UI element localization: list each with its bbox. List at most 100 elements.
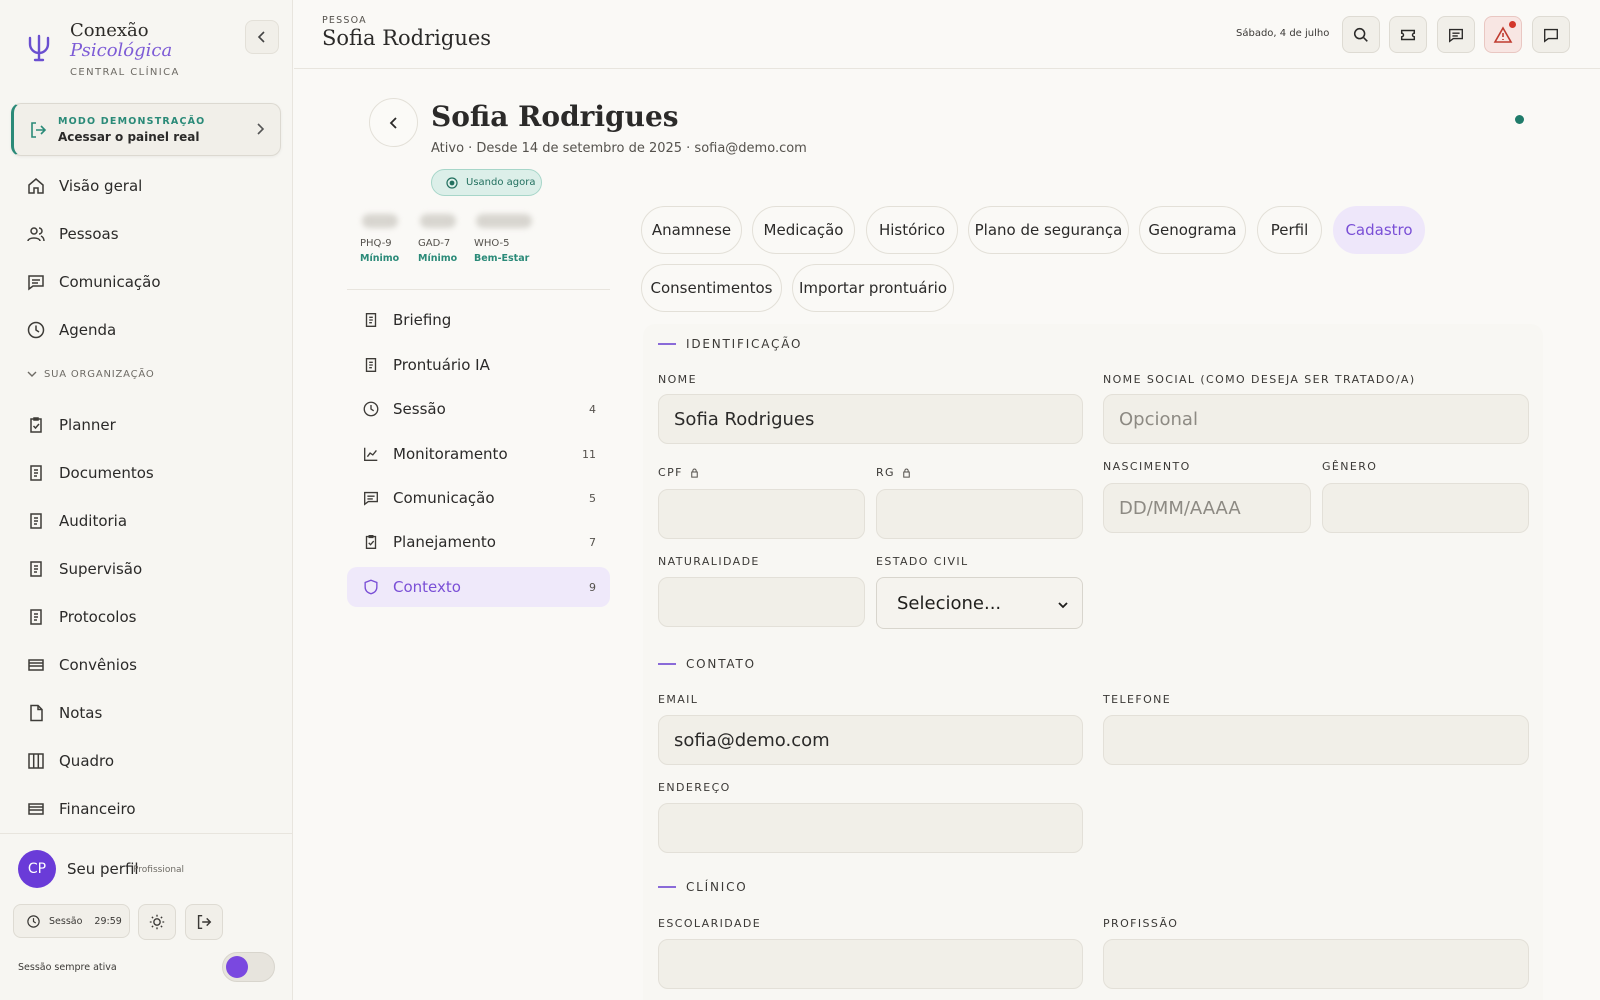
sidebar-item-protocolos[interactable]: Protocolos bbox=[11, 597, 281, 637]
radio-dot-icon bbox=[446, 176, 458, 189]
sidebar-item-label: Comunicação bbox=[59, 273, 161, 291]
scale-scores: PHQ-9 Mínimo GAD-7 Mínimo WHO-5 Bem-Esta… bbox=[360, 212, 610, 272]
patient-menu-count: 7 bbox=[589, 535, 596, 549]
theme-toggle-button[interactable] bbox=[138, 904, 176, 940]
session-label: Sessão bbox=[49, 915, 83, 927]
chevron-down-icon bbox=[26, 368, 38, 380]
genero-field[interactable] bbox=[1322, 483, 1529, 533]
nome-label: NOME bbox=[658, 373, 697, 386]
sidebar-item-documentos[interactable]: Documentos bbox=[11, 453, 281, 493]
patient-menu-label: Briefing bbox=[393, 311, 452, 329]
cpf-label: CPF bbox=[658, 466, 700, 479]
sidebar-item-supervisao[interactable]: Supervisão bbox=[11, 549, 281, 589]
nome-social-field[interactable] bbox=[1103, 394, 1529, 444]
clipboard-check-icon bbox=[361, 532, 381, 552]
score-phq9[interactable]: PHQ-9 Mínimo bbox=[360, 212, 399, 264]
tab-medicacao[interactable]: Medicação bbox=[752, 206, 855, 254]
profile-role: Profissional bbox=[133, 865, 185, 875]
avatar[interactable]: CP bbox=[18, 850, 56, 888]
tab-historico[interactable]: Histórico bbox=[866, 206, 958, 254]
sidebar-item-label: Planner bbox=[59, 416, 116, 434]
section-clinico: CLÍNICO bbox=[658, 880, 748, 894]
patient-menu-label: Comunicação bbox=[393, 489, 495, 507]
document-icon bbox=[25, 510, 47, 532]
tab-perfil[interactable]: Perfil bbox=[1257, 206, 1322, 254]
patient-menu-contexto[interactable]: Contexto 9 bbox=[347, 567, 610, 607]
profissao-label: PROFISSÃO bbox=[1103, 917, 1179, 930]
sidebar-item-convenios[interactable]: Convênios bbox=[11, 645, 281, 685]
document-icon bbox=[25, 462, 47, 484]
status-badge-label: Usando agora bbox=[466, 177, 536, 188]
profile-name[interactable]: Seu perfil bbox=[67, 860, 139, 878]
patient-menu-prontuario-ia[interactable]: Prontuário IA bbox=[347, 345, 610, 385]
score-who5[interactable]: WHO-5 Bem-Estar bbox=[474, 212, 532, 264]
section-title: IDENTIFICAÇÃO bbox=[686, 337, 803, 351]
chat-icon bbox=[1544, 28, 1558, 43]
patient-menu-planejamento[interactable]: Planejamento 7 bbox=[347, 522, 610, 562]
section-bar bbox=[658, 343, 676, 345]
sidebar-item-label: Notas bbox=[59, 704, 103, 722]
brand-name: Conexão bbox=[70, 20, 149, 41]
estado-civil-select[interactable]: Selecione... bbox=[876, 577, 1083, 629]
nome-field[interactable] bbox=[658, 394, 1083, 444]
collapse-sidebar-button[interactable] bbox=[245, 20, 279, 54]
sidebar-item-agenda[interactable]: Agenda bbox=[11, 310, 281, 350]
patient-menu-monitoramento[interactable]: Monitoramento 11 bbox=[347, 434, 610, 474]
patient-menu-briefing[interactable]: Briefing bbox=[347, 300, 610, 340]
tab-cadastro[interactable]: Cadastro bbox=[1333, 206, 1425, 254]
cpf-field[interactable] bbox=[658, 489, 865, 539]
sidebar-item-comunicacao[interactable]: Comunicação bbox=[11, 262, 281, 302]
endereco-field[interactable] bbox=[658, 803, 1083, 853]
session-timer[interactable]: Sessão 29:59 bbox=[13, 904, 130, 938]
patient-menu-count: 9 bbox=[589, 580, 596, 594]
tab-plano-de-seguranca[interactable]: Plano de segurança bbox=[968, 206, 1129, 254]
score-name: WHO-5 bbox=[474, 238, 510, 249]
sidebar-item-planner[interactable]: Planner bbox=[11, 405, 281, 445]
patient-menu-label: Prontuário IA bbox=[393, 356, 490, 374]
sidebar-item-quadro[interactable]: Quadro bbox=[11, 741, 281, 781]
ticket-button[interactable] bbox=[1389, 16, 1427, 53]
sidebar-item-financeiro[interactable]: Financeiro bbox=[11, 789, 281, 829]
brand[interactable]: Conexão Psicológica CENTRAL CLÍNICA bbox=[24, 20, 274, 82]
profissao-field[interactable] bbox=[1103, 939, 1529, 989]
org-section-toggle[interactable]: SUA ORGANIZAÇÃO bbox=[26, 368, 155, 380]
shield-icon bbox=[361, 577, 381, 597]
tab-genograma[interactable]: Genograma bbox=[1139, 206, 1246, 254]
org-section-label: SUA ORGANIZAÇÃO bbox=[44, 368, 155, 380]
search-button[interactable] bbox=[1342, 16, 1380, 53]
search-icon bbox=[1353, 27, 1368, 42]
score-level: Mínimo bbox=[360, 253, 400, 264]
always-active-toggle[interactable] bbox=[222, 952, 275, 982]
nascimento-field[interactable] bbox=[1103, 483, 1311, 533]
sidebar-divider bbox=[0, 833, 293, 834]
demo-mode-card[interactable]: MODO DEMONSTRAÇÃO Acessar o painel real bbox=[11, 103, 281, 156]
escolaridade-field[interactable] bbox=[658, 939, 1083, 989]
clock-icon bbox=[361, 399, 381, 419]
sidebar-item-auditoria[interactable]: Auditoria bbox=[11, 501, 281, 541]
tab-anamnese[interactable]: Anamnese bbox=[641, 206, 742, 254]
section-title: CLÍNICO bbox=[686, 880, 748, 894]
tab-importar-prontuario[interactable]: Importar prontuário bbox=[792, 264, 954, 312]
rg-field[interactable] bbox=[876, 489, 1083, 539]
messages-button[interactable] bbox=[1437, 16, 1475, 53]
back-button[interactable] bbox=[369, 98, 418, 147]
section-identificacao: IDENTIFICAÇÃO bbox=[658, 337, 802, 351]
brand-tagline: CENTRAL CLÍNICA bbox=[70, 67, 180, 78]
chat-button[interactable] bbox=[1532, 16, 1570, 53]
logout-button[interactable] bbox=[185, 904, 223, 940]
nascimento-label: NASCIMENTO bbox=[1103, 460, 1191, 473]
alerts-button[interactable] bbox=[1484, 16, 1522, 53]
score-gad7[interactable]: GAD-7 Mínimo bbox=[418, 212, 457, 264]
patient-menu-comunicacao[interactable]: Comunicação 5 bbox=[347, 478, 610, 518]
email-field[interactable] bbox=[658, 715, 1083, 765]
telefone-field[interactable] bbox=[1103, 715, 1529, 765]
escolaridade-label: ESCOLARIDADE bbox=[658, 917, 762, 930]
patient-menu-sessao[interactable]: Sessão 4 bbox=[347, 389, 610, 429]
patient-menu-label: Contexto bbox=[393, 578, 461, 596]
sidebar-item-pessoas[interactable]: Pessoas bbox=[11, 214, 281, 254]
message-icon bbox=[25, 271, 47, 293]
sidebar-item-visao-geral[interactable]: Visão geral bbox=[11, 166, 281, 206]
tab-consentimentos[interactable]: Consentimentos bbox=[641, 264, 782, 312]
naturalidade-field[interactable] bbox=[658, 577, 865, 627]
sidebar-item-notas[interactable]: Notas bbox=[11, 693, 281, 733]
